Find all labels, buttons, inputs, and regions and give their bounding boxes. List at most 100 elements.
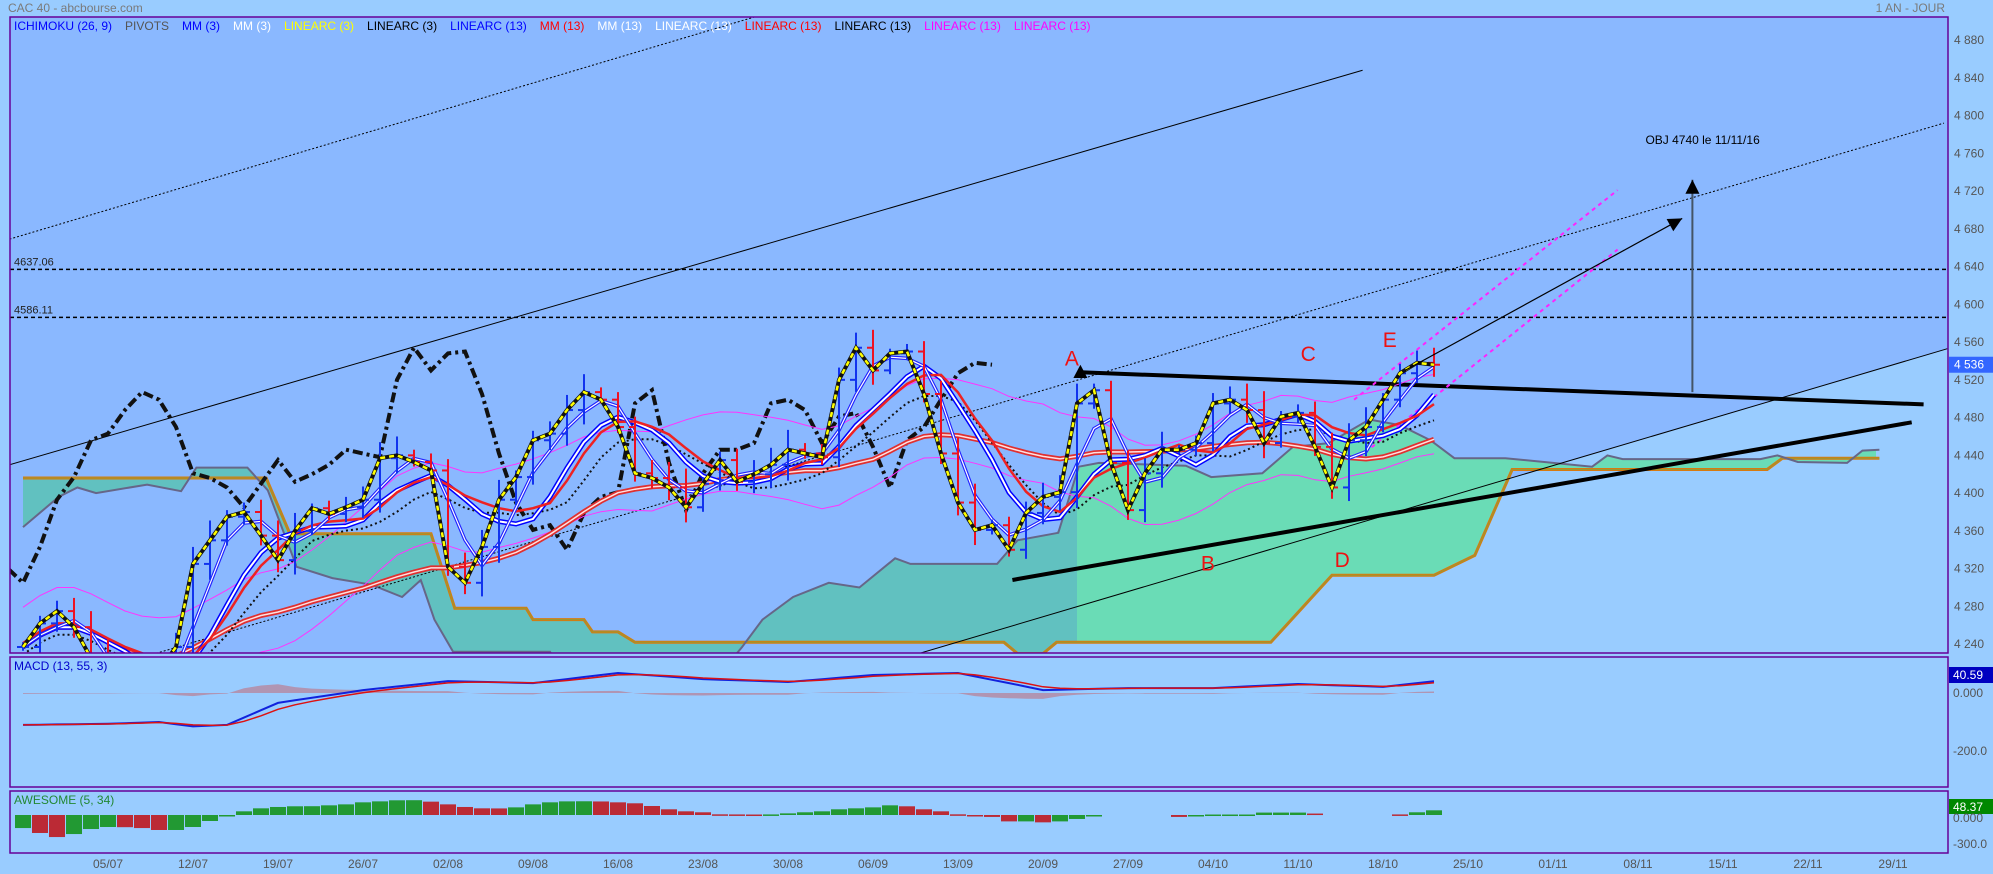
- awesome-bar: [1018, 815, 1034, 822]
- legend-item[interactable]: LINEARC (13): [745, 19, 822, 33]
- awesome-bar: [1290, 812, 1306, 815]
- price-tick-label: 4 560: [1954, 335, 1984, 349]
- awesome-bar: [32, 815, 48, 833]
- awesome-bar: [780, 813, 796, 815]
- awesome-bar: [610, 802, 626, 815]
- awesome-bar: [372, 801, 388, 815]
- price-tick-label: 4 520: [1954, 373, 1984, 387]
- price-tick-label: 4 240: [1954, 637, 1984, 651]
- awesome-bar: [49, 815, 65, 838]
- awesome-bar: [1239, 814, 1255, 817]
- awesome-bar: [1069, 815, 1085, 819]
- awesome-bar: [712, 814, 728, 816]
- awesome-bar: [253, 808, 269, 815]
- legend-item[interactable]: MM (13): [597, 19, 642, 33]
- awesome-bar: [321, 805, 337, 815]
- date-tick-label: 15/11: [1708, 857, 1737, 871]
- legend-item[interactable]: MM (13): [540, 19, 585, 33]
- awesome-bar: [1001, 815, 1017, 822]
- legend-item[interactable]: ICHIMOKU (26, 9): [14, 19, 112, 33]
- price-tick-label: 4 880: [1954, 33, 1984, 47]
- period-label[interactable]: 1 AN - JOUR: [1876, 1, 1946, 15]
- date-tick-label: 02/08: [433, 857, 463, 871]
- legend-item[interactable]: LINEARC (13): [450, 19, 527, 33]
- chart-window: CAC 40 - abcbourse.com 1 AN - JOUR 4637.…: [0, 0, 1993, 874]
- awesome-bar: [117, 815, 133, 828]
- awesome-bar: [15, 815, 31, 829]
- awesome-bar: [474, 808, 490, 815]
- date-tick-label: 29/11: [1878, 857, 1907, 871]
- legend-item[interactable]: MM (3): [182, 19, 220, 33]
- pivot-label: 4637.06: [14, 256, 54, 268]
- awesome-bar: [508, 807, 524, 815]
- date-tick-label: 09/08: [518, 857, 548, 871]
- awesome-bar: [899, 806, 915, 815]
- awesome-bar: [270, 806, 286, 815]
- date-tick-label: 22/11: [1793, 857, 1822, 871]
- date-tick-label: 30/08: [773, 857, 803, 871]
- date-tick-label: 19/07: [263, 857, 293, 871]
- awesome-bar: [814, 811, 830, 815]
- awesome-bar: [627, 803, 643, 815]
- awesome-bar: [916, 809, 932, 815]
- awesome-bar: [134, 815, 150, 829]
- macd-last-label: 40.59: [1953, 668, 1983, 682]
- pattern-point-label: A: [1065, 348, 1079, 371]
- awesome-bar: [542, 802, 558, 815]
- awesome-bar: [1273, 812, 1289, 815]
- legend-item[interactable]: LINEARC (13): [655, 19, 732, 33]
- awesome-bar: [1392, 814, 1408, 816]
- price-tick-label: 4 680: [1954, 222, 1984, 236]
- chart-title: CAC 40 - abcbourse.com: [8, 1, 143, 15]
- macd-zero-label: 0.000: [1953, 686, 1983, 700]
- date-tick-label: 20/09: [1028, 857, 1058, 871]
- awesome-bar: [304, 806, 320, 815]
- legend-item[interactable]: LINEARC (3): [367, 19, 437, 33]
- pivot-label: 4586.11: [14, 304, 53, 316]
- pattern-point-label: E: [1383, 329, 1397, 352]
- awesome-bar: [83, 815, 99, 830]
- price-tick-label: 4 600: [1954, 297, 1984, 311]
- awesome-bar: [389, 800, 405, 815]
- date-tick-label: 11/10: [1283, 857, 1312, 871]
- awesome-bar: [440, 804, 456, 815]
- awesome-bar: [576, 801, 592, 815]
- awesome-bar: [661, 809, 677, 815]
- price-tick-label: 4 800: [1954, 109, 1984, 123]
- awesome-bar: [797, 812, 813, 815]
- awesome-bar: [950, 814, 966, 816]
- awesome-bar: [1426, 810, 1442, 815]
- legend-item[interactable]: LINEARC (3): [284, 19, 354, 33]
- awesome-bar: [559, 801, 575, 815]
- date-tick-label: 01/11: [1538, 857, 1567, 871]
- legend-item[interactable]: LINEARC (13): [834, 19, 911, 33]
- date-tick-label: 05/07: [93, 857, 123, 871]
- pattern-point-label: D: [1335, 549, 1350, 572]
- awesome-bar: [1205, 814, 1221, 817]
- awesome-bar: [746, 814, 762, 817]
- awesome-bar: [1256, 812, 1272, 815]
- chart-canvas[interactable]: CAC 40 - abcbourse.com 1 AN - JOUR 4637.…: [0, 0, 1993, 874]
- legend-item[interactable]: LINEARC (13): [924, 19, 1001, 33]
- legend-item[interactable]: MM (3): [233, 19, 271, 33]
- awesome-bar: [984, 815, 1000, 817]
- awesome-bar: [287, 806, 303, 815]
- awesome-bar: [882, 805, 898, 815]
- awesome-bar: [423, 801, 439, 815]
- awesome-bar: [355, 802, 371, 815]
- price-tick-label: 4 720: [1954, 184, 1984, 198]
- date-tick-label: 13/09: [943, 857, 973, 871]
- date-tick-label: 18/10: [1368, 857, 1398, 871]
- price-tick-label: 4 640: [1954, 260, 1984, 274]
- legend-item[interactable]: PIVOTS: [125, 19, 169, 33]
- awesome-bar: [66, 815, 82, 835]
- awesome-bar: [1307, 813, 1323, 816]
- macd-title: MACD (13, 55, 3): [14, 659, 107, 673]
- price-tick-label: 4 480: [1954, 411, 1984, 425]
- legend-item[interactable]: LINEARC (13): [1014, 19, 1091, 33]
- awesome-bar: [831, 809, 847, 815]
- awesome-bar: [865, 807, 881, 815]
- awesome-bar: [1409, 812, 1425, 815]
- awesome-bar: [933, 811, 949, 815]
- pattern-point-label: B: [1201, 553, 1215, 576]
